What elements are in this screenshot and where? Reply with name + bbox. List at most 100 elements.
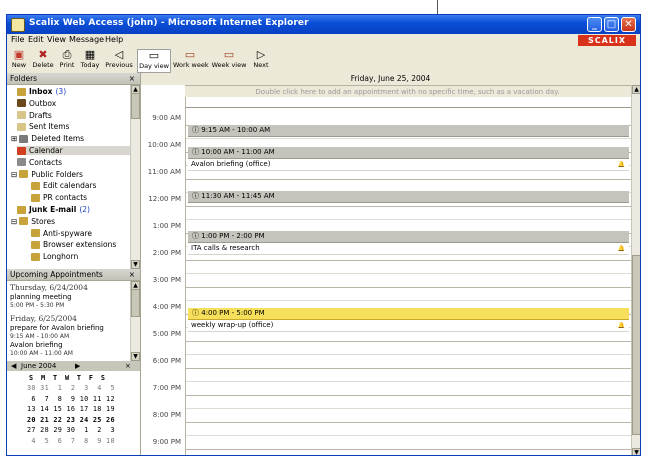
week-row[interactable]: 6 7 8 9 10 11 12 — [27, 395, 115, 403]
folders-pane: Folders × Inbox (3) Outbox Drafts Sent Items ⊞… — [7, 73, 141, 269]
folder-item-junk-e-mail[interactable]: Junk E-mail (2) — [17, 205, 90, 214]
next-icon: ▷ — [256, 48, 266, 61]
previous-button[interactable]: ◁ Previous — [103, 49, 135, 71]
folder-item-longhorn[interactable]: Longhorn — [31, 252, 78, 261]
scroll-up-icon[interactable]: ▲ — [632, 85, 640, 94]
scroll-thumb[interactable] — [131, 289, 140, 317]
info-icon: ⓘ — [192, 192, 202, 200]
folder-item-browser-extensions[interactable]: Browser extensions — [31, 240, 116, 249]
scroll-thumb[interactable] — [131, 93, 140, 119]
app-icon — [11, 18, 25, 32]
hour-line — [186, 179, 631, 180]
expander-icon[interactable]: ⊟ — [11, 170, 17, 179]
week-row[interactable]: 13 14 15 16 17 18 19 — [27, 405, 115, 413]
appointment[interactable]: ⓘ 10:00 AM - 11:00 AM Avalon briefing (of… — [188, 147, 629, 171]
folder-item-edit-calendars[interactable]: Edit calendars — [31, 181, 96, 190]
folders-close-icon[interactable]: × — [129, 73, 135, 84]
hour-line — [186, 260, 631, 261]
menu-help[interactable]: Help — [105, 35, 123, 44]
minimize-button[interactable]: _ — [587, 17, 602, 32]
scroll-thumb[interactable] — [632, 255, 640, 435]
folder-item-drafts[interactable]: Drafts — [17, 111, 52, 120]
maximize-button[interactable]: □ — [604, 17, 619, 32]
menu-edit[interactable]: Edit — [28, 35, 44, 44]
expander-icon[interactable]: ⊞ — [11, 134, 17, 143]
folder-item-outbox[interactable]: Outbox — [17, 99, 56, 108]
close-button[interactable]: ✕ — [621, 17, 636, 32]
upcoming-header: Upcoming Appointments × — [7, 269, 140, 281]
hour-line — [186, 449, 631, 450]
browser-window: Scalix Web Access (john) - Microsoft Int… — [6, 14, 641, 456]
upcoming-date: Thursday, 6/24/2004 — [10, 283, 88, 292]
hour-line — [186, 395, 631, 396]
day-view-button[interactable]: ▭ Day view — [137, 49, 171, 73]
menu-file[interactable]: File — [11, 35, 24, 44]
time-label: 1:00 PM — [152, 222, 181, 230]
week-row[interactable]: 4 5 6 7 8 9 10 — [27, 437, 115, 445]
folder-label: Outbox — [29, 98, 57, 108]
appointment[interactable]: ⓘ 4:00 PM - 5:00 PM weekly wrap-up (offic… — [188, 308, 629, 332]
folder-icon — [17, 205, 26, 214]
appointment[interactable]: ⓘ 1:00 PM - 2:00 PM ITA calls & research 🔔 — [188, 231, 629, 255]
next-button[interactable]: ▷ Next — [251, 49, 271, 71]
next-month-icon[interactable]: ▶ — [75, 361, 80, 371]
work-week-button[interactable]: ▭ Work week — [173, 49, 209, 71]
folder-item-contacts[interactable]: Contacts — [17, 158, 62, 167]
scroll-down-icon[interactable]: ▼ — [131, 352, 140, 361]
prev-month-icon[interactable]: ◀ — [11, 361, 16, 371]
upcoming-close-icon[interactable]: × — [129, 269, 135, 280]
day-grid[interactable]: ⓘ 9:15 AM - 10:00 AMprepare for Avalon b… — [185, 97, 631, 455]
info-icon: ⓘ — [192, 232, 202, 240]
mini-calendar-close-icon[interactable]: × — [125, 361, 131, 371]
scroll-down-icon[interactable]: ▼ — [632, 448, 640, 455]
reminder-bell-icon: 🔔 — [617, 322, 625, 329]
folder-item-calendar[interactable]: Calendar — [17, 146, 130, 155]
all-day-hint[interactable]: Double click here to add an appointment … — [185, 86, 630, 98]
day-view-icon: ▭ — [148, 49, 160, 62]
appointment[interactable]: ⓘ 11:30 AM - 11:45 AM — [188, 191, 629, 203]
info-icon: ⓘ — [192, 309, 202, 317]
folders-scrollbar[interactable]: ▲ ▼ — [130, 85, 140, 269]
previous-icon: ◁ — [114, 48, 124, 61]
upcoming-scrollbar[interactable]: ▲ ▼ — [130, 281, 140, 361]
folder-item-sent-items[interactable]: Sent Items — [17, 122, 69, 131]
folder-icon — [31, 252, 40, 261]
folder-icon — [17, 122, 26, 131]
week-row[interactable]: 30 31 1 2 3 4 5 — [27, 384, 115, 392]
upcoming-title[interactable]: Avalon briefing — [10, 341, 63, 349]
week-row[interactable]: 20 21 22 23 24 25 26 — [27, 416, 115, 424]
appointment-time-bar: ⓘ 4:00 PM - 5:00 PM — [188, 308, 629, 320]
delete-button[interactable]: ✖ Delete — [31, 49, 55, 71]
hour-line — [186, 206, 631, 207]
week-row[interactable]: 27 28 29 30 1 2 3 — [27, 426, 115, 434]
folder-icon — [31, 193, 40, 202]
folder-item-stores[interactable]: ⊟ Stores — [11, 217, 55, 226]
week-view-button[interactable]: ▭ Week view — [211, 49, 247, 71]
upcoming-title[interactable]: planning meeting — [10, 293, 72, 301]
half-hour-line — [186, 435, 631, 436]
folder-label: Inbox — [29, 87, 53, 96]
folder-item-inbox[interactable]: Inbox (3) — [17, 87, 66, 96]
print-button[interactable]: ⎙ Print — [57, 49, 77, 71]
mini-calendar-header: ◀ June 2004 ▶ × — [7, 361, 140, 371]
folder-label: Calendar — [29, 146, 63, 155]
folder-item-anti-spyware[interactable]: Anti-spyware — [31, 229, 92, 238]
menu-message[interactable]: Message — [69, 35, 104, 44]
appointment-time-bar: ⓘ 1:00 PM - 2:00 PM — [188, 231, 629, 243]
expander-icon[interactable]: ⊟ — [11, 217, 17, 226]
folder-item-public-folders[interactable]: ⊟ Public Folders — [11, 170, 83, 179]
folder-item-deleted-items[interactable]: ⊞ Deleted Items — [11, 134, 84, 143]
menu-view[interactable]: View — [47, 35, 66, 44]
unread-count: (3) — [55, 87, 67, 96]
new-button[interactable]: ▣ New — [9, 49, 29, 71]
folder-item-pr-contacts[interactable]: PR contacts — [31, 193, 87, 202]
today-button[interactable]: ▦ Today — [79, 49, 101, 71]
upcoming-appointments-pane: Upcoming Appointments × Thursday, 6/24/20… — [7, 269, 141, 361]
upcoming-title[interactable]: prepare for Avalon briefing — [10, 324, 104, 332]
half-hour-line — [186, 381, 631, 382]
scroll-down-icon[interactable]: ▼ — [131, 260, 140, 269]
folder-label: Deleted Items — [31, 134, 85, 144]
appointment[interactable]: ⓘ 9:15 AM - 10:00 AMprepare for Avalon b… — [188, 125, 629, 137]
calendar-scrollbar[interactable]: ▲ ▼ — [631, 85, 640, 455]
title-bar[interactable]: Scalix Web Access (john) - Microsoft Int… — [7, 15, 640, 34]
